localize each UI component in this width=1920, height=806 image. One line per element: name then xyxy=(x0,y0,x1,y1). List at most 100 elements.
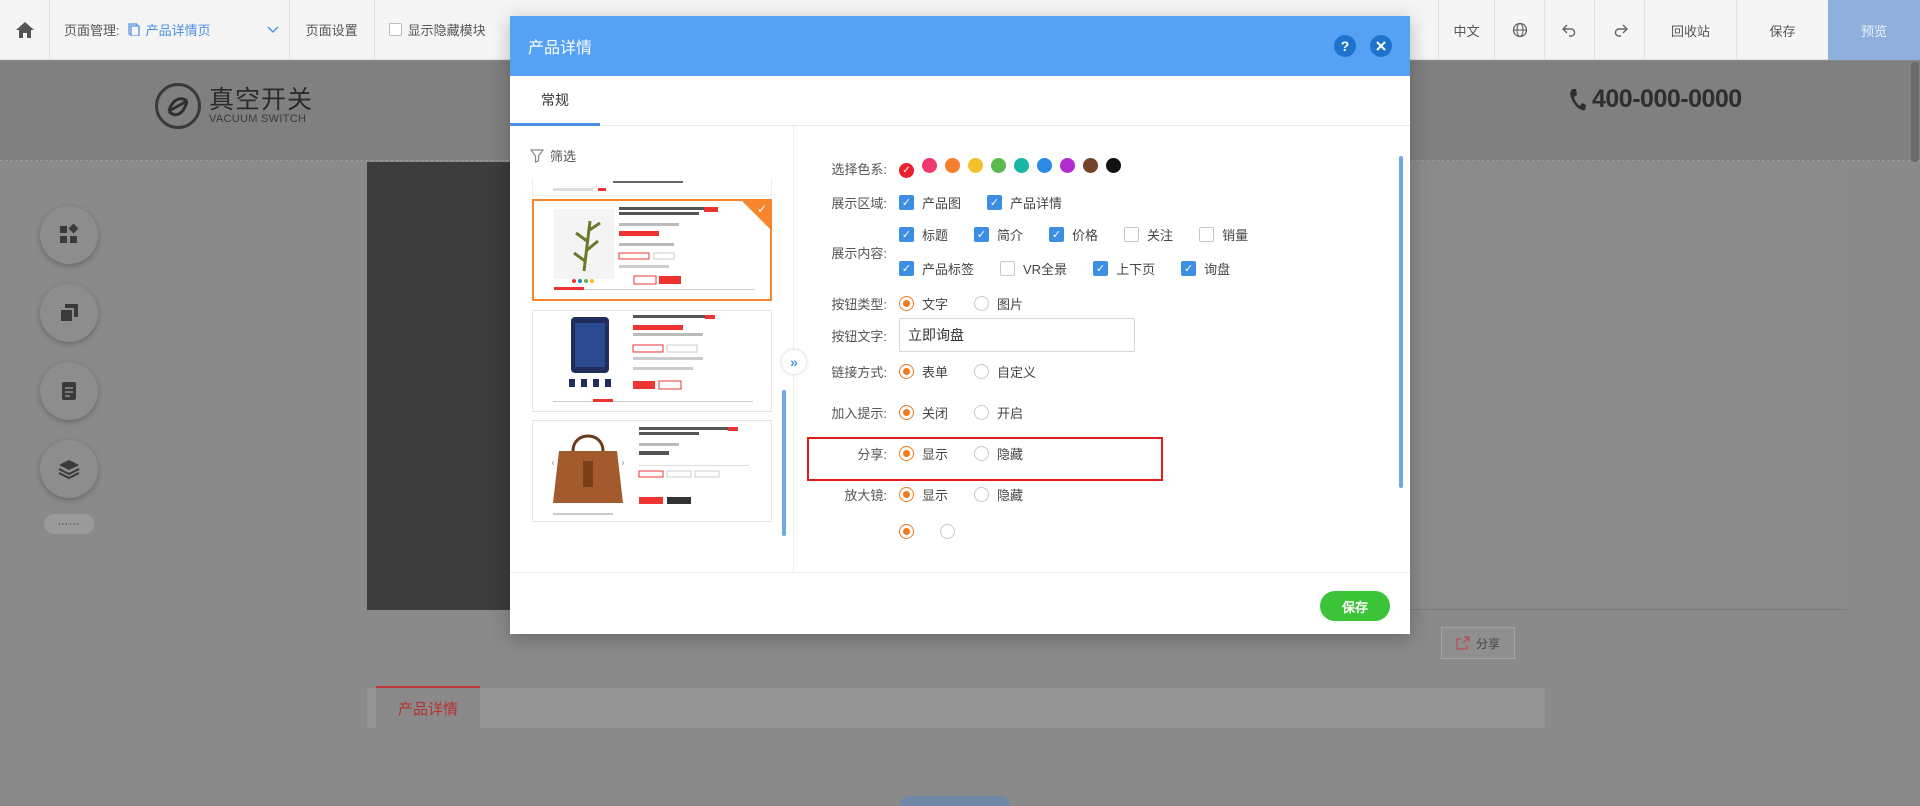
content-inquiry[interactable]: ✓ 询盘 xyxy=(1181,259,1230,278)
logo-text-en: VACUUM SWITCH xyxy=(209,113,307,125)
row-button-text: 按钮文字: xyxy=(795,318,1135,352)
page-scrollbar[interactable] xyxy=(1911,62,1919,162)
close-icon xyxy=(1376,41,1386,51)
page-select[interactable]: 产品详情页 xyxy=(120,0,290,60)
content-intro[interactable]: ✓ 简介 xyxy=(974,225,1023,244)
color-swatch[interactable] xyxy=(991,158,1006,173)
dialog-save-button[interactable]: 保存 xyxy=(1320,591,1390,621)
phone-icon xyxy=(1570,88,1586,110)
content-price[interactable]: ✓ 价格 xyxy=(1049,225,1098,244)
color-swatch[interactable] xyxy=(968,158,983,173)
expand-panel-button[interactable]: » xyxy=(782,350,806,374)
layers-copy-button[interactable] xyxy=(40,284,98,342)
magnifier-label: 放大镜: xyxy=(844,488,887,503)
recycle-bin-button[interactable]: 回收站 xyxy=(1644,0,1736,60)
page-settings-link[interactable]: 页面设置 xyxy=(290,0,375,60)
template-list: 筛选 ✓ ‹ › xyxy=(510,126,794,572)
magnifier-hide[interactable]: 隐藏 xyxy=(974,485,1023,504)
template-thumb-2[interactable] xyxy=(532,310,772,412)
settings-scrollbar[interactable] xyxy=(1399,156,1403,488)
content-follow[interactable]: 关注 xyxy=(1124,225,1173,244)
color-label: 选择色系: xyxy=(831,161,887,177)
checkbox-checked[interactable]: ✓ xyxy=(899,195,914,210)
product-detail-dialog: 产品详情 ? 常规 筛选 ✓ ‹ › » 选择色系: ✓ 展示区域: ✓ 产品图… xyxy=(510,16,1410,634)
logo-mark-icon xyxy=(155,83,201,129)
link-mode-custom[interactable]: 自定义 xyxy=(974,362,1036,381)
row-display-area: 展示区域: ✓ 产品图 ✓ 产品详情 xyxy=(795,193,1088,212)
detail-tabbar xyxy=(367,688,1545,728)
layers-button[interactable] xyxy=(40,440,98,498)
template-preview-phone xyxy=(553,315,753,402)
add-module-button[interactable] xyxy=(40,206,98,264)
undo-button[interactable] xyxy=(1544,0,1594,60)
home-button[interactable] xyxy=(0,0,50,60)
color-swatch[interactable] xyxy=(922,158,937,173)
filter-button[interactable]: 筛选 xyxy=(530,146,576,165)
globe-button[interactable] xyxy=(1494,0,1544,60)
button-type-image[interactable]: 图片 xyxy=(974,294,1023,313)
link-mode-form[interactable]: 表单 xyxy=(899,362,948,381)
button-text-input[interactable] xyxy=(899,318,1135,352)
template-thumb-1[interactable]: ✓ xyxy=(532,199,772,301)
color-swatch[interactable]: ✓ xyxy=(899,163,914,178)
show-hidden-checkbox[interactable] xyxy=(388,23,402,36)
logo-text-cn: 真空开关 xyxy=(209,85,314,114)
content-title[interactable]: ✓ 标题 xyxy=(899,225,948,244)
side-more-handle[interactable]: ⋯⋯ xyxy=(44,514,94,534)
content-sales[interactable]: 销量 xyxy=(1199,225,1248,244)
filter-label: 筛选 xyxy=(550,149,577,164)
globe-icon xyxy=(1512,22,1527,38)
color-swatch[interactable] xyxy=(1014,158,1029,173)
selected-check-icon: ✓ xyxy=(756,202,767,216)
display-area-product-image[interactable]: ✓ 产品图 xyxy=(899,193,961,212)
site-share-button[interactable]: 分享 xyxy=(1441,627,1515,659)
save-page-button[interactable]: 保存 xyxy=(1736,0,1828,60)
row-join-tip: 加入提示: 关闭 开启 xyxy=(795,403,1049,422)
display-content-label: 展示内容: xyxy=(831,246,887,261)
template-list-scrollbar[interactable] xyxy=(782,390,786,536)
language-button[interactable]: 中文 xyxy=(1438,0,1494,60)
page-mgmt-label: 页面管理: xyxy=(64,23,120,38)
magnifier-show[interactable]: 显示 xyxy=(899,485,948,504)
color-swatch[interactable] xyxy=(1083,158,1098,173)
site-share-label: 分享 xyxy=(1475,636,1500,651)
color-swatch[interactable] xyxy=(1037,158,1052,173)
help-button[interactable]: ? xyxy=(1334,35,1356,57)
tab-product-detail[interactable]: 产品详情 xyxy=(376,686,480,728)
home-icon xyxy=(15,21,34,38)
preview-button[interactable]: 预览 xyxy=(1828,0,1920,60)
row-magnifier: 放大镜: 显示 隐藏 xyxy=(795,485,1049,504)
cut-off-label xyxy=(795,524,899,539)
button-type-text[interactable]: 文字 xyxy=(899,294,948,313)
row-color: 选择色系: ✓ xyxy=(795,158,1129,178)
document-icon xyxy=(62,382,76,400)
checkbox-checked[interactable]: ✓ xyxy=(987,195,1003,210)
template-thumb-partial[interactable] xyxy=(532,178,772,196)
color-swatch[interactable] xyxy=(1106,158,1121,173)
dialog-footer: 保存 xyxy=(510,572,1410,634)
display-area-product-detail[interactable]: ✓ 产品详情 xyxy=(987,193,1062,212)
show-hidden-toggle[interactable]: 显示隐藏模块 xyxy=(375,0,500,60)
redo-button[interactable] xyxy=(1594,0,1644,60)
join-tip-off[interactable]: 关闭 xyxy=(899,403,948,422)
svg-text:‹: ‹ xyxy=(551,458,555,469)
content-vr[interactable]: VR全景 xyxy=(1000,259,1067,278)
content-tags[interactable]: ✓ 产品标签 xyxy=(899,259,974,278)
current-page-name: 产品详情页 xyxy=(145,23,211,38)
tab-general[interactable]: 常规 xyxy=(510,76,600,126)
color-swatches: ✓ xyxy=(899,158,1129,178)
color-swatch[interactable] xyxy=(1060,158,1075,173)
dialog-title: 产品详情 xyxy=(528,40,593,57)
display-area-label: 展示区域: xyxy=(831,196,887,211)
join-tip-on[interactable]: 开启 xyxy=(974,403,1023,422)
phone-number: 400-000-0000 xyxy=(1592,85,1742,113)
bottom-handle[interactable] xyxy=(900,796,1010,806)
color-swatch[interactable] xyxy=(945,158,960,173)
redo-icon xyxy=(1614,24,1628,37)
link-mode-label: 链接方式: xyxy=(831,365,887,380)
close-button[interactable] xyxy=(1370,35,1392,57)
content-prev-next[interactable]: ✓ 上下页 xyxy=(1093,259,1155,278)
template-thumb-3[interactable]: ‹ › xyxy=(532,420,772,522)
page-doc-button[interactable] xyxy=(40,362,98,420)
show-hidden-label: 显示隐藏模块 xyxy=(407,23,486,38)
